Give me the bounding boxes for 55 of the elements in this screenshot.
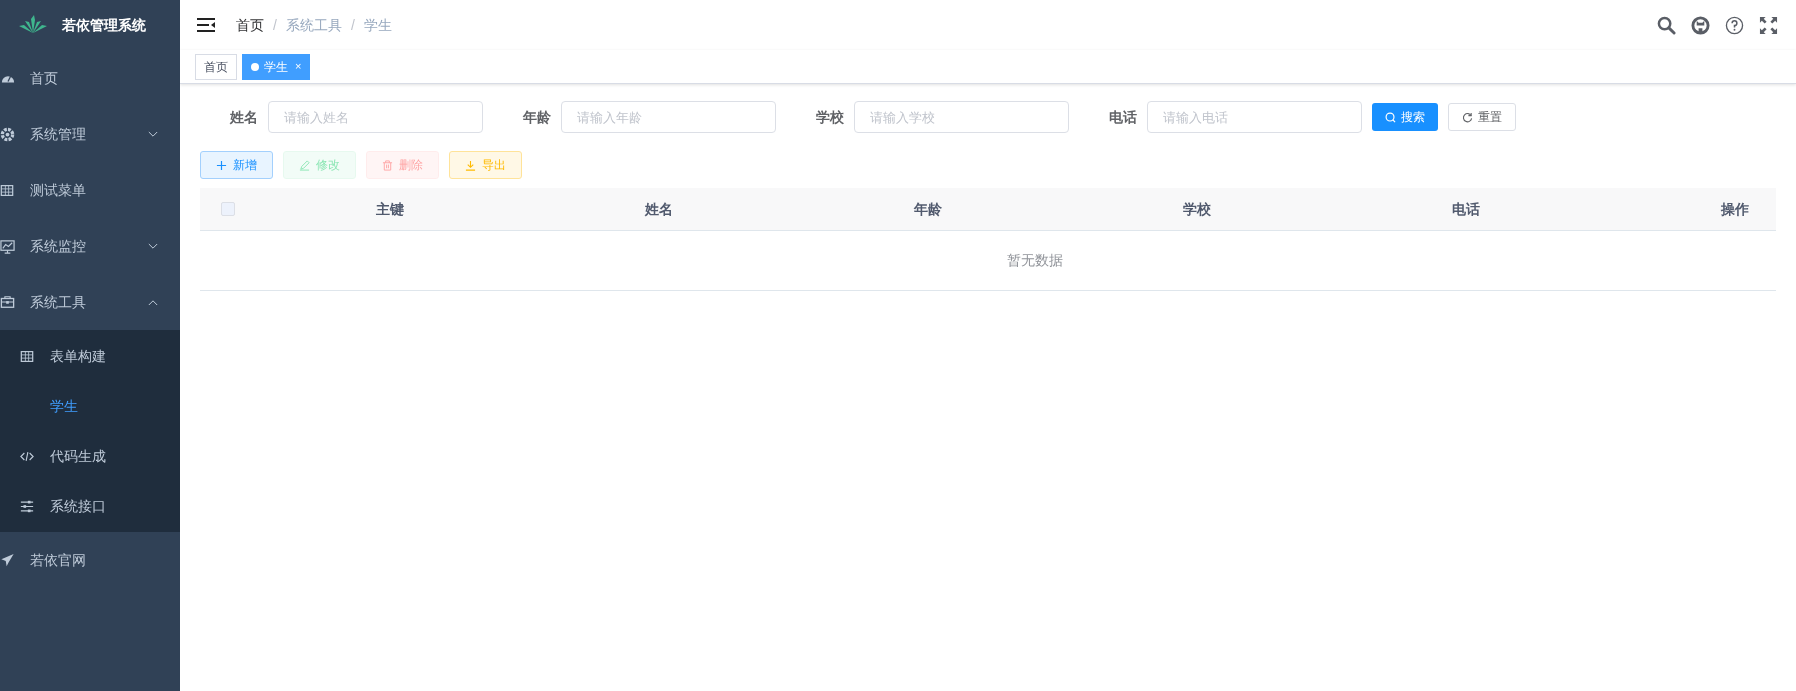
download-icon	[465, 159, 476, 171]
sidebar-item[interactable]: 若依官网	[0, 532, 180, 588]
chevron-down-icon	[148, 130, 158, 138]
column-header: 操作	[1720, 199, 1749, 219]
pencil-icon	[299, 159, 310, 171]
gear-icon	[0, 126, 16, 142]
breadcrumb-item: 系统工具	[285, 15, 342, 35]
breadcrumb-item[interactable]: 首页	[236, 14, 264, 36]
search-icon	[1385, 111, 1396, 123]
help-icon[interactable]	[1725, 15, 1744, 35]
chevron-up-icon	[148, 298, 158, 306]
search-icon[interactable]	[1657, 15, 1676, 35]
submenu-item[interactable]: 表单构建	[0, 331, 180, 381]
sidebar-item[interactable]: 系统工具	[0, 274, 180, 330]
sidebar-item[interactable]: 系统监控	[0, 218, 180, 274]
field-label: 年龄	[522, 107, 552, 127]
column-header: 年龄	[913, 199, 942, 219]
submenu-item[interactable]: 代码生成	[0, 431, 180, 481]
sidebar-item[interactable]: 系统管理	[0, 106, 180, 162]
sidebar-item[interactable]: 首页	[0, 50, 180, 106]
chevron-down-icon	[148, 242, 158, 250]
toolbox-icon	[0, 295, 16, 309]
plus-icon	[216, 159, 227, 171]
input-field[interactable]: 请输入电话	[1147, 101, 1362, 133]
tag-tab[interactable]: 首页	[195, 53, 237, 80]
sidebar-item[interactable]: 测试菜单	[0, 162, 180, 218]
logo-icon	[18, 15, 48, 35]
sliders-icon	[20, 499, 36, 513]
table-icon	[0, 183, 16, 197]
column-header: 电话	[1451, 199, 1480, 219]
breadcrumb-separator: /	[273, 15, 277, 35]
column-header: 学校	[1182, 199, 1211, 219]
paper-plane-icon	[0, 553, 16, 567]
fullscreen-icon[interactable]	[1759, 15, 1778, 35]
submenu-item[interactable]: 系统接口	[0, 481, 180, 531]
input-field[interactable]: 请输入年龄	[561, 101, 776, 133]
input-field[interactable]: 请输入学校	[854, 101, 1069, 133]
refresh-icon	[1462, 111, 1473, 123]
field-label: 姓名	[229, 107, 259, 127]
column-header: 主键	[375, 199, 404, 219]
field-label: 学校	[815, 107, 845, 127]
reset-button[interactable]: 重置	[1448, 103, 1516, 131]
trash-icon	[382, 159, 393, 171]
code-icon	[20, 450, 36, 462]
breadcrumb-separator: /	[350, 15, 355, 35]
empty-text: 暂无数据	[1006, 251, 1063, 270]
column-header: 姓名	[644, 199, 673, 219]
breadcrumb-item: 学生	[363, 15, 392, 35]
field-label: 电话	[1108, 107, 1138, 127]
monitor-icon	[0, 238, 16, 254]
table-icon	[20, 349, 36, 363]
app-title: 若依管理系统	[62, 15, 146, 35]
input-field[interactable]: 请输入姓名	[268, 101, 483, 133]
select-all-checkbox[interactable]	[220, 202, 235, 216]
menu-toggle-icon[interactable]	[197, 17, 215, 33]
